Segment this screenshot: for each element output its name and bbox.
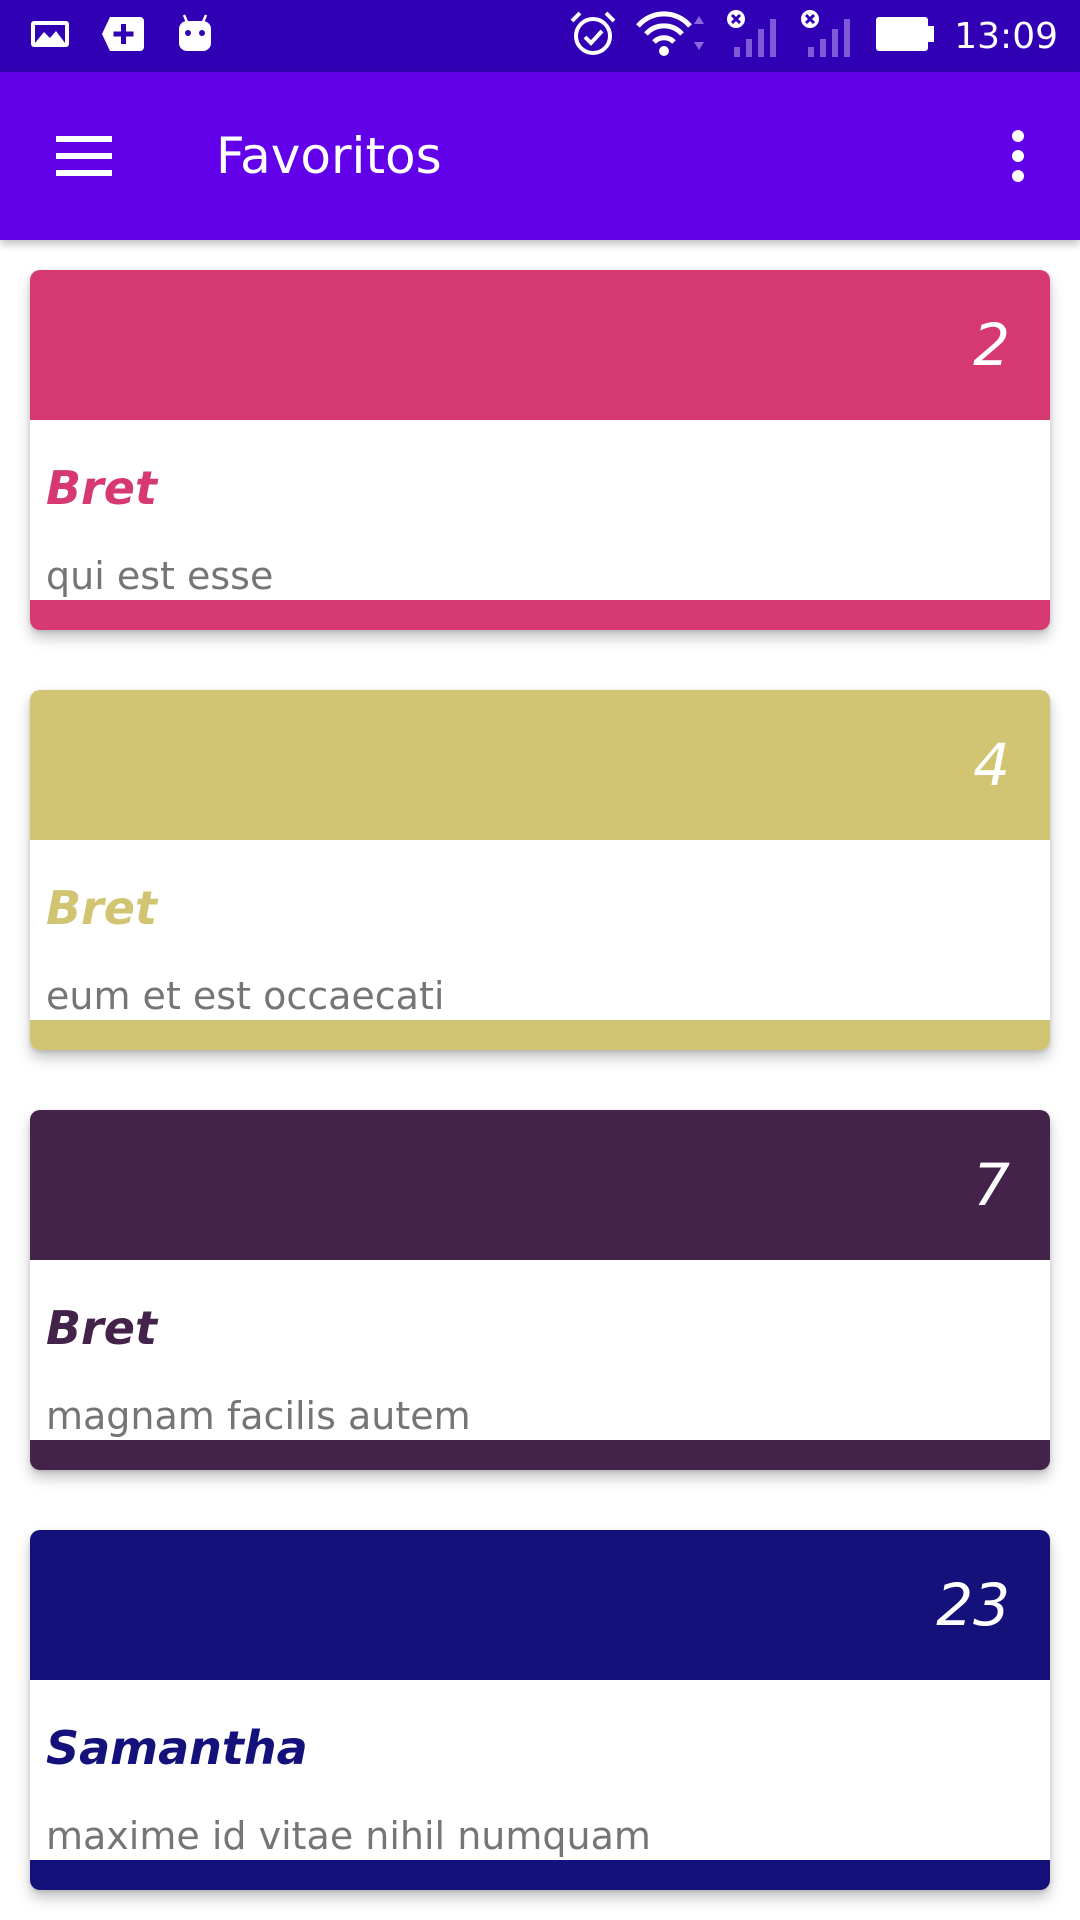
wifi-icon [636, 10, 708, 62]
card-post-title: qui est esse [46, 554, 274, 598]
card-header: 4 [30, 690, 1050, 840]
favorite-card[interactable]: 2 Bret qui est esse [30, 270, 1050, 630]
battery-icon [874, 14, 936, 58]
favorite-card[interactable]: 7 Bret magnam facilis autem [30, 1110, 1050, 1470]
card-header: 23 [30, 1530, 1050, 1680]
favorite-card[interactable]: 4 Bret eum et est occaecati [30, 690, 1050, 1050]
android-icon [176, 13, 214, 59]
favorites-list: 2 Bret qui est esse 4 Bret eum et est oc… [0, 240, 1080, 1920]
card-post-id: 23 [936, 1571, 1010, 1639]
card-header: 2 [30, 270, 1050, 420]
card-username: Bret [46, 881, 157, 935]
hamburger-menu-icon [56, 136, 112, 176]
card-username: Bret [46, 1301, 157, 1355]
more-vert-icon [1012, 130, 1024, 182]
gallery-icon [30, 18, 70, 54]
card-post-id: 4 [973, 731, 1010, 799]
card-footer [30, 1020, 1050, 1050]
card-post-id: 2 [973, 311, 1010, 379]
page-title: Favoritos [216, 127, 442, 185]
app-bar: Favoritos [0, 72, 1080, 240]
signal-sim2-icon [800, 9, 856, 63]
card-post-title: eum et est occaecati [46, 974, 445, 1018]
favorite-card[interactable]: 23 Samantha maxime id vitae nihil numqua… [30, 1530, 1050, 1890]
clock-time: 13:09 [954, 15, 1058, 57]
card-username: Samantha [46, 1721, 308, 1775]
status-bar: 13:09 [0, 0, 1080, 72]
alarm-icon [568, 9, 618, 63]
card-footer [30, 1860, 1050, 1890]
card-footer [30, 1440, 1050, 1470]
card-post-title: maxime id vitae nihil numquam [46, 1814, 651, 1858]
card-username: Bret [46, 461, 157, 515]
signal-sim1-icon [726, 9, 782, 63]
more-options-button[interactable] [982, 118, 1054, 194]
card-post-id: 7 [973, 1151, 1010, 1219]
card-header: 7 [30, 1110, 1050, 1260]
notification-icons [30, 14, 244, 58]
menu-button[interactable] [40, 118, 128, 194]
card-post-title: magnam facilis autem [46, 1394, 471, 1438]
add-box-icon [100, 15, 146, 57]
card-footer [30, 600, 1050, 630]
system-icons: 13:09 [550, 10, 1058, 62]
